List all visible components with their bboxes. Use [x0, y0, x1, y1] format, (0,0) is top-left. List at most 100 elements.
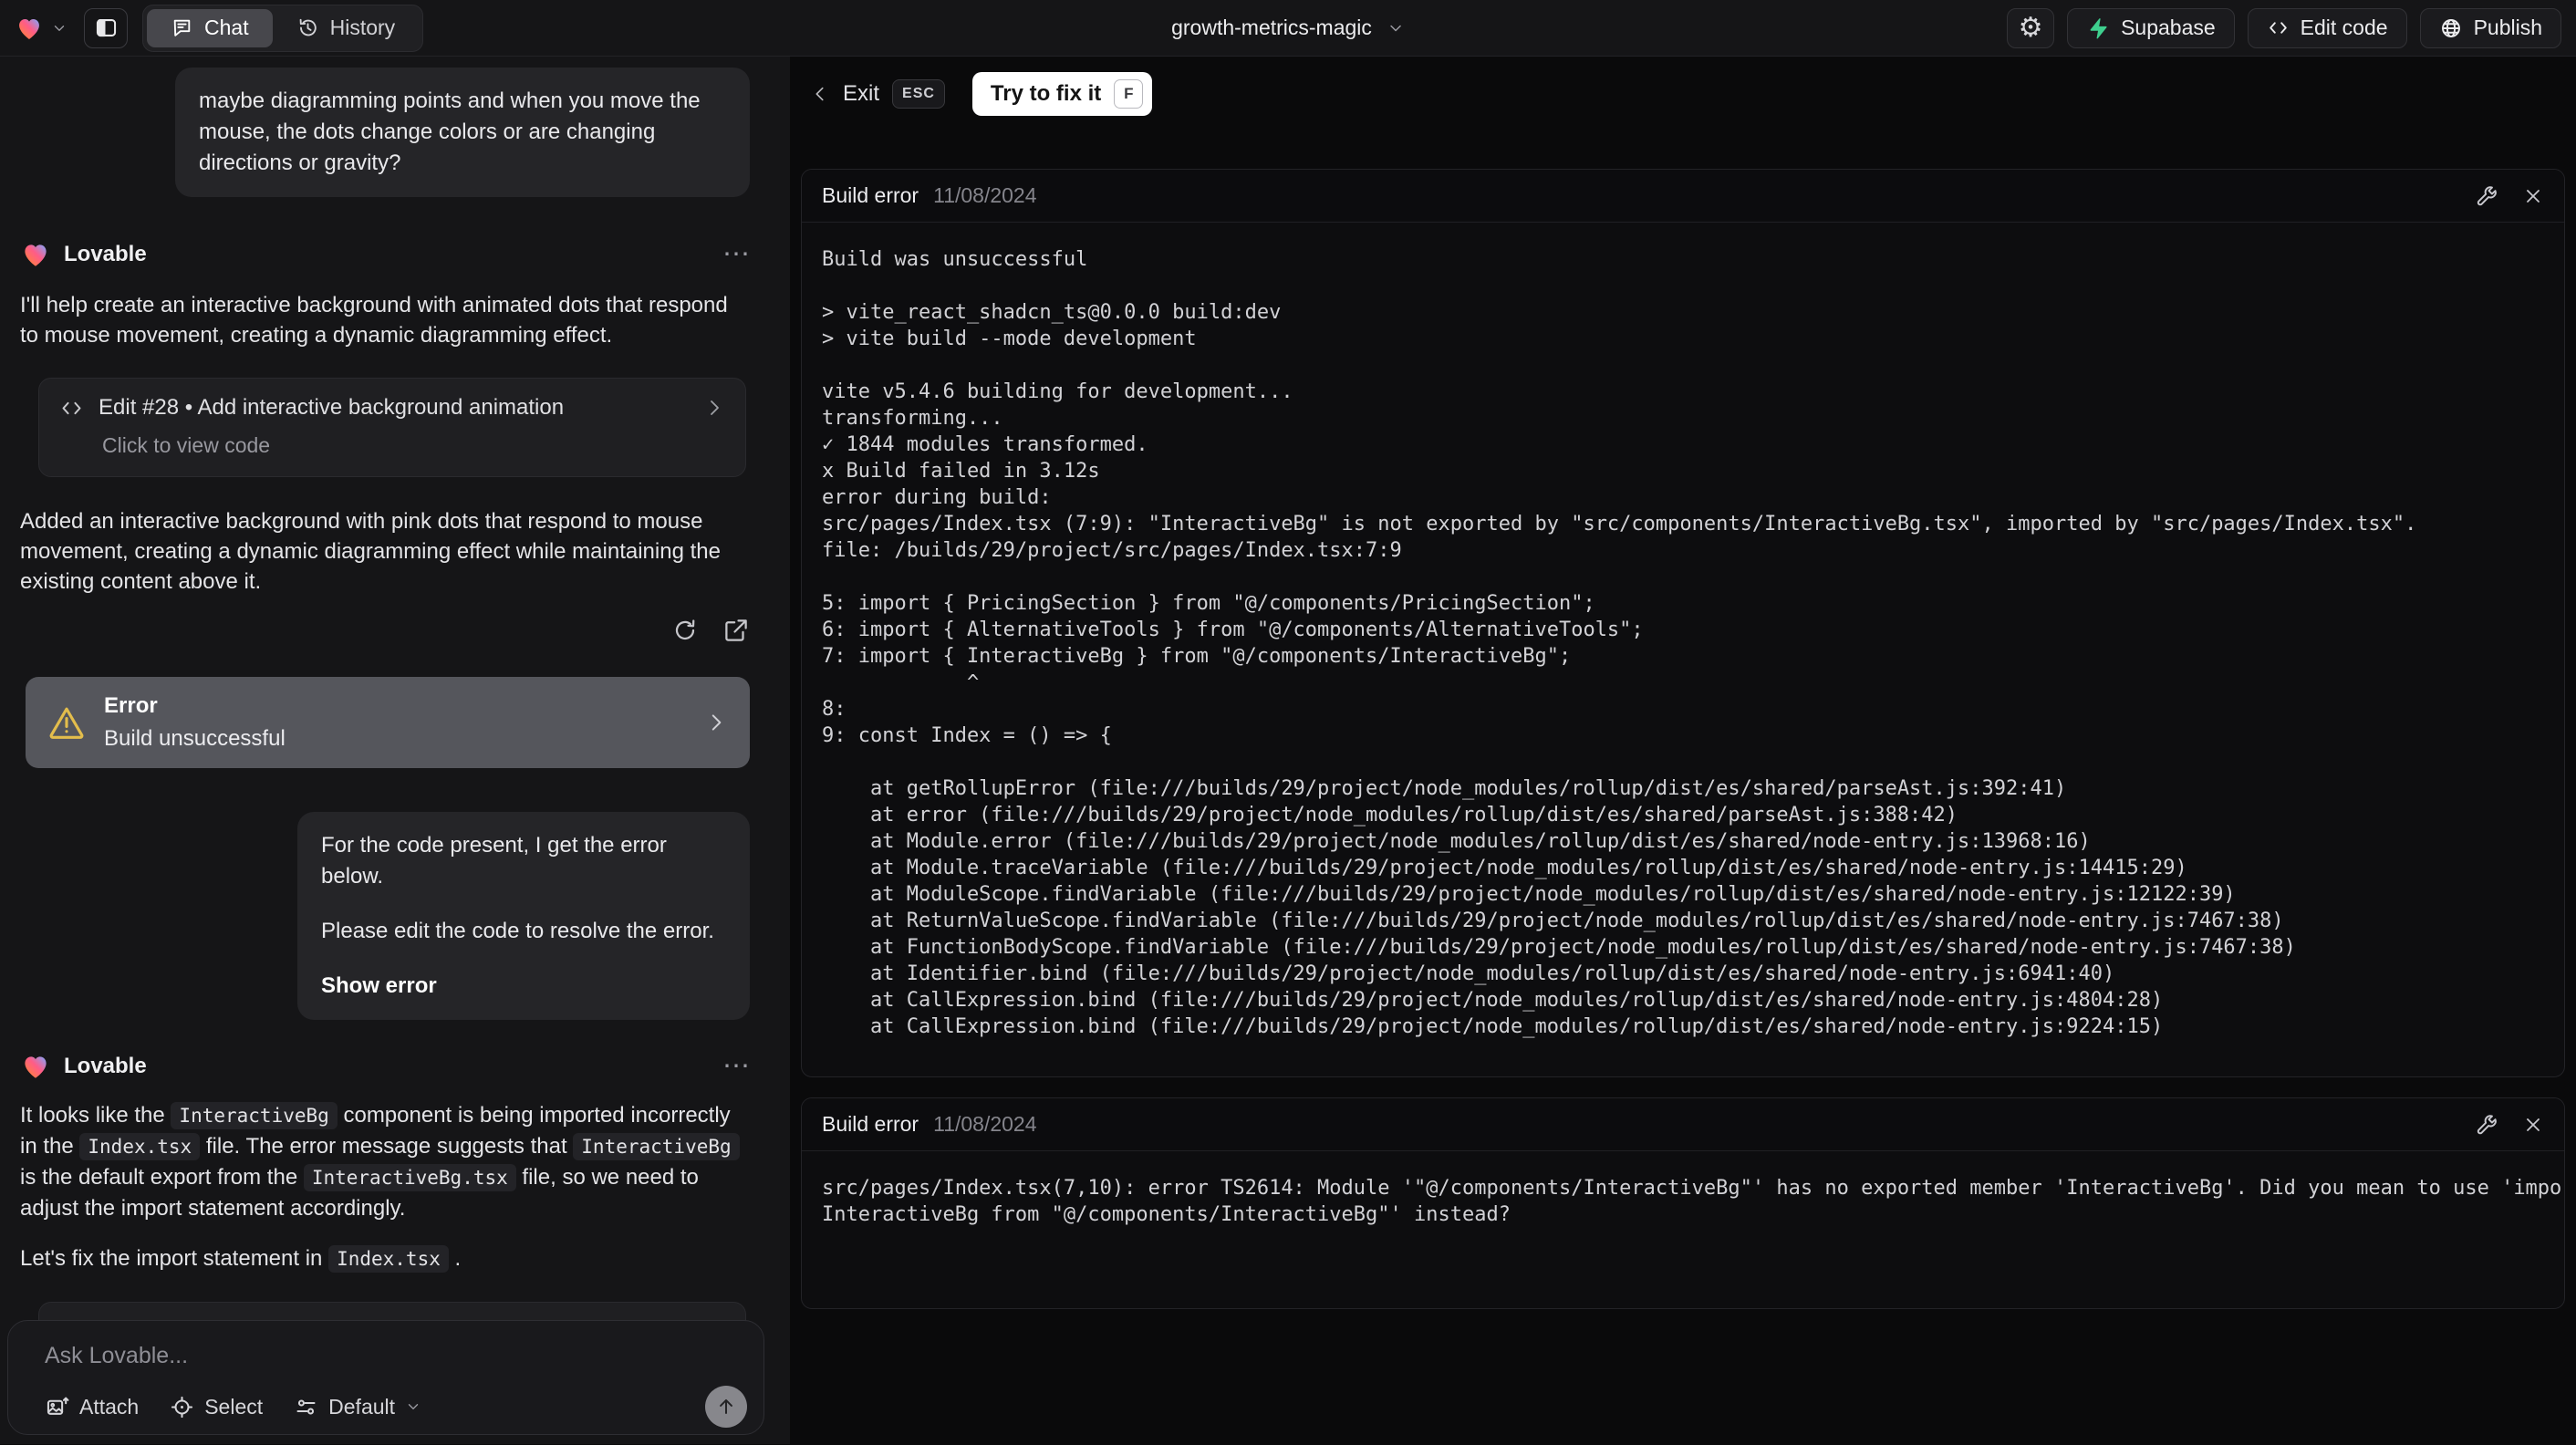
supabase-button[interactable]: Supabase: [2067, 7, 2235, 48]
settings-button[interactable]: ⚙: [2007, 7, 2055, 48]
assistant-intro: I'll help create an interactive backgrou…: [20, 293, 728, 348]
history-clock-icon: [299, 18, 317, 36]
select-label: Select: [204, 1394, 264, 1419]
chevron-left-icon: [815, 87, 824, 101]
sliders-icon: [296, 1399, 316, 1414]
build-error-date: 11/08/2024: [933, 183, 1037, 207]
external-link-icon: [725, 619, 747, 641]
send-button[interactable]: [705, 1386, 747, 1428]
inline-code: InteractiveBg.tsx: [303, 1164, 516, 1191]
tab-chat-label: Chat: [204, 16, 249, 39]
exit-label: Exit: [843, 81, 880, 106]
close-button[interactable]: [2522, 1114, 2544, 1136]
error-card-title: Error: [104, 693, 158, 718]
inline-code: InteractiveBg: [171, 1102, 338, 1129]
tab-history[interactable]: History: [273, 9, 420, 47]
esc-key-badge: ESC: [892, 79, 945, 109]
lovable-heart-icon: [25, 1056, 47, 1078]
fix-wrench-button[interactable]: [2475, 1113, 2498, 1137]
retry-button[interactable]: [671, 617, 699, 644]
mode-label: Default: [328, 1394, 396, 1419]
arrow-up-icon: [720, 1398, 732, 1415]
inline-code: Index.tsx: [328, 1245, 449, 1273]
assistant-name: Lovable: [64, 242, 147, 266]
f-key-badge: F: [1114, 79, 1144, 109]
text-run: .: [448, 1246, 462, 1271]
topbar-actions: ⚙ Supabase Edit code Publish: [2007, 7, 2561, 48]
build-error-log-card: Build error 11/08/2024 src/pages/Index.t…: [801, 1097, 2565, 1309]
code-icon: [2269, 22, 2287, 34]
select-element-button[interactable]: Select: [170, 1395, 263, 1419]
user-message: For the code present, I get the error be…: [297, 812, 750, 1020]
supabase-label: Supabase: [2121, 16, 2216, 39]
project-name: growth-metrics-magic: [1171, 16, 1372, 39]
user-message: maybe diagramming points and when you mo…: [175, 68, 750, 197]
inline-code: InteractiveBg: [573, 1133, 740, 1160]
try-to-fix-button[interactable]: Try to fix it F: [971, 72, 1153, 116]
show-error-link[interactable]: Show error: [321, 971, 726, 1002]
mode-selector[interactable]: Default: [294, 1395, 421, 1419]
build-error-header: Build error 11/08/2024: [802, 1098, 2564, 1151]
attach-label: Attach: [79, 1394, 140, 1419]
close-icon: [2527, 1118, 2540, 1131]
chat-input[interactable]: [45, 1343, 536, 1369]
open-preview-button[interactable]: [722, 617, 750, 644]
preview-panel: Exit ESC Try to fix it F Build error 11/…: [790, 57, 2576, 1444]
inline-code: Index.tsx: [79, 1133, 201, 1160]
assistant-header: Lovable ⋯: [20, 1051, 750, 1082]
close-button[interactable]: [2522, 185, 2544, 207]
exit-button[interactable]: Exit ESC: [810, 79, 945, 109]
chevron-down-icon: [408, 1404, 419, 1409]
chat-bubble-icon: [173, 19, 191, 36]
publish-label: Publish: [2473, 16, 2542, 39]
edit-code-label: Edit code: [2300, 16, 2388, 39]
user-message-line: Please edit the code to resolve the erro…: [321, 919, 714, 943]
build-error-log: src/pages/Index.tsx(7,10): error TS2614:…: [822, 1177, 2564, 1226]
more-options-icon[interactable]: ⋯: [722, 241, 750, 268]
crosshair-icon: [171, 1396, 193, 1418]
assistant-fix-followup: Let's fix the import statement in Index.…: [20, 1243, 750, 1274]
assistant-header: Lovable ⋯: [20, 239, 750, 270]
build-error-title: Build error: [822, 183, 919, 207]
edit-code-button[interactable]: Edit code: [2247, 7, 2407, 48]
build-error-log: Build was unsuccessful > vite_react_shad…: [822, 248, 2417, 1038]
fix-wrench-button[interactable]: [2475, 184, 2498, 208]
publish-button[interactable]: Publish: [2419, 7, 2561, 48]
chevron-right-icon: [711, 400, 719, 415]
tab-chat[interactable]: Chat: [147, 8, 273, 47]
attach-button[interactable]: Attach: [45, 1395, 139, 1419]
attach-image-icon: [47, 1397, 69, 1415]
build-error-card[interactable]: Error Build unsuccessful: [26, 677, 750, 768]
refresh-icon: [675, 619, 695, 640]
text-run: is the default export from the: [20, 1165, 304, 1190]
user-message-text: maybe diagramming points and when you mo…: [199, 88, 701, 175]
text-run: Let's fix the import statement in: [20, 1246, 329, 1271]
edit-card-28[interactable]: Edit #28 • Add interactive background an…: [38, 378, 746, 477]
edit-card-subtitle: Click to view code: [102, 433, 271, 457]
code-icon: [62, 401, 81, 414]
assistant-name: Lovable: [64, 1054, 147, 1078]
chat-history-tabs: Chat History: [142, 4, 424, 52]
build-error-date: 11/08/2024: [933, 1112, 1037, 1136]
gear-icon: ⚙: [2018, 13, 2043, 43]
edit-card-title: Edit #28 • Add interactive background an…: [99, 395, 565, 420]
user-message-line: For the code present, I get the error be…: [321, 833, 667, 889]
try-to-fix-label: Try to fix it: [990, 81, 1102, 106]
globe-icon: [2441, 18, 2460, 37]
more-options-icon[interactable]: ⋯: [722, 1053, 750, 1080]
text-run: It looks like the: [20, 1103, 171, 1128]
preview-header: Exit ESC Try to fix it F: [801, 71, 2565, 117]
tab-history-label: History: [329, 16, 396, 39]
project-selector[interactable]: growth-metrics-magic: [1171, 16, 1405, 40]
lovable-heart-icon: [25, 244, 47, 266]
lovable-logo-menu[interactable]: [15, 14, 68, 43]
build-error-log-card: Build error 11/08/2024 Build was unsucce…: [801, 169, 2565, 1077]
panel-left-icon: [96, 18, 116, 37]
wrench-icon: [2477, 185, 2497, 205]
chevron-down-icon: [54, 25, 65, 31]
assistant-fix-paragraph: It looks like the InteractiveBg componen…: [20, 1100, 750, 1223]
chevron-right-icon: [712, 714, 722, 731]
top-bar: Chat History growth-metrics-magic ⚙ Supa…: [0, 0, 2576, 57]
chat-composer: Attach Select Default: [7, 1320, 764, 1435]
toggle-sidebar-button[interactable]: [84, 7, 128, 48]
